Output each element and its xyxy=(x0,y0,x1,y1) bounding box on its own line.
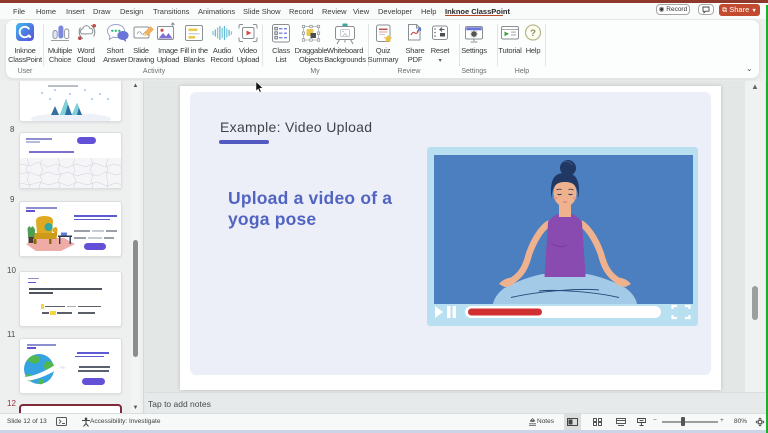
svg-text:?: ? xyxy=(530,28,536,39)
